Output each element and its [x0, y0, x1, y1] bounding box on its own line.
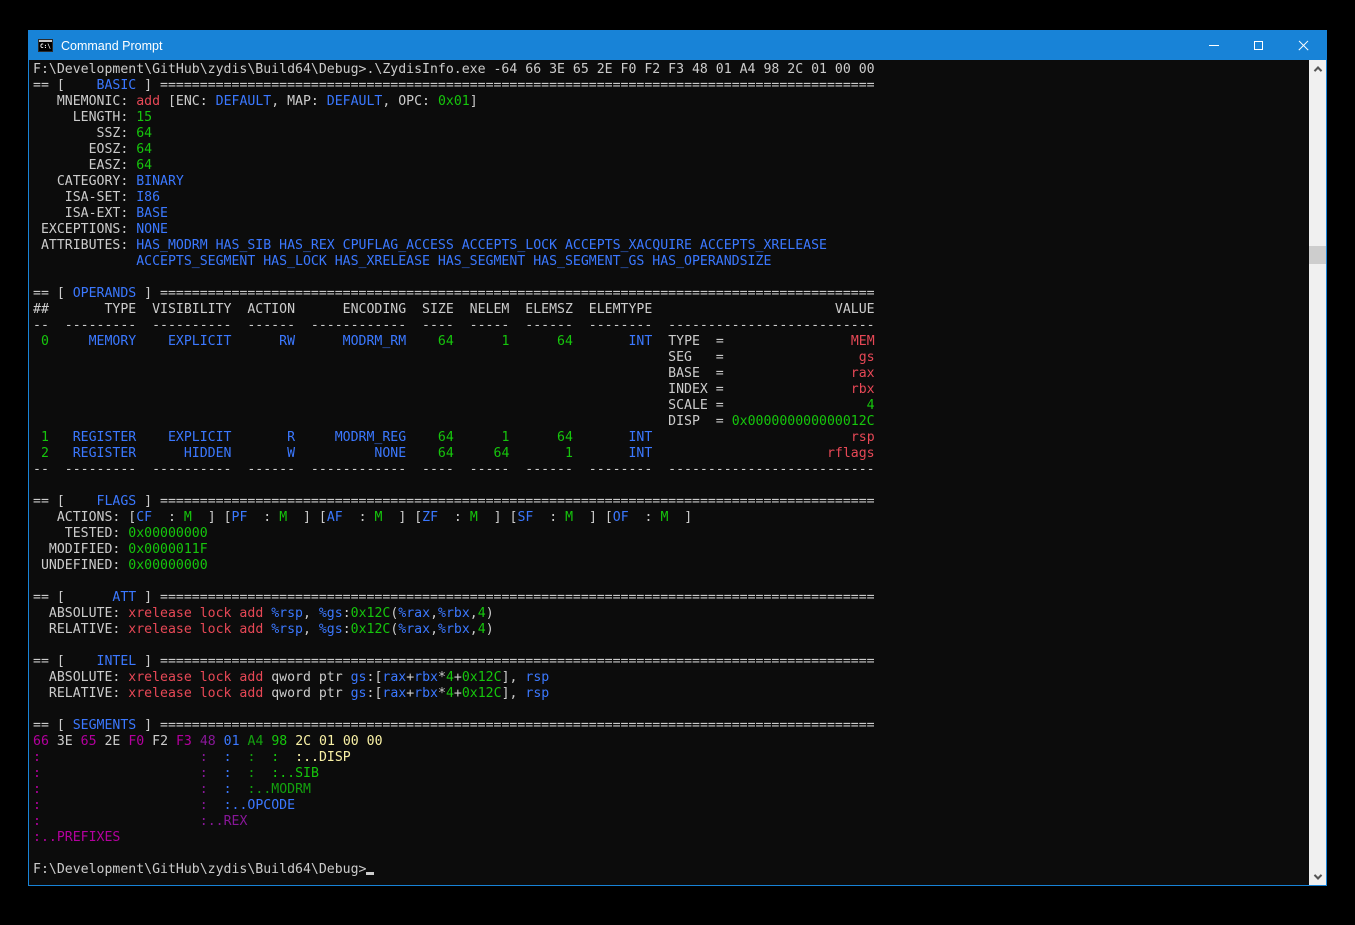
terminal-line: ## TYPE VISIBILITY ACTION ENCODING SIZE … — [33, 302, 875, 318]
terminal-line: LENGTH: 15 — [33, 110, 875, 126]
close-icon — [1297, 39, 1310, 52]
terminal-line: : : : :..MODRM — [33, 782, 875, 798]
vertical-scrollbar[interactable] — [1309, 60, 1326, 885]
terminal-line — [33, 574, 875, 590]
maximize-button[interactable] — [1236, 31, 1281, 60]
terminal-line: == [ ATT ] =============================… — [33, 590, 875, 606]
terminal-line: ACCEPTS_SEGMENT HAS_LOCK HAS_XRELEASE HA… — [33, 254, 875, 270]
minimize-icon — [1209, 45, 1219, 46]
terminal-line: CATEGORY: BINARY — [33, 174, 875, 190]
cmd-icon-prompt-text: C:\ — [40, 43, 51, 50]
terminal-line: RELATIVE: xrelease lock add qword ptr gs… — [33, 686, 875, 702]
terminal-line: RELATIVE: xrelease lock add %rsp, %gs:0x… — [33, 622, 875, 638]
terminal-line: -- --------- ---------- ------ ---------… — [33, 462, 875, 478]
terminal-line — [33, 846, 875, 862]
close-button[interactable] — [1281, 31, 1326, 60]
scrollbar-thumb[interactable] — [1309, 246, 1326, 264]
terminal-line: ISA-EXT: BASE — [33, 206, 875, 222]
terminal-line: : : : : : :..DISP — [33, 750, 875, 766]
terminal-line: UNDEFINED: 0x00000000 — [33, 558, 875, 574]
terminal-line: ABSOLUTE: xrelease lock add qword ptr gs… — [33, 670, 875, 686]
terminal-line — [33, 478, 875, 494]
scroll-down-button[interactable] — [1309, 868, 1326, 885]
terminal-line: ATTRIBUTES: HAS_MODRM HAS_SIB HAS_REX CP… — [33, 238, 875, 254]
terminal-line: MODIFIED: 0x0000011F — [33, 542, 875, 558]
terminal-line: EOSZ: 64 — [33, 142, 875, 158]
terminal-line: 66 3E 65 2E F0 F2 F3 48 01 A4 98 2C 01 0… — [33, 734, 875, 750]
console-area[interactable]: F:\Development\GitHub\zydis\Build64\Debu… — [29, 60, 1326, 885]
cmd-icon-titlestrip — [39, 40, 52, 42]
terminal-line: -- --------- ---------- ------ ---------… — [33, 318, 875, 334]
terminal-line — [33, 270, 875, 286]
title-bar[interactable]: C:\ Command Prompt — [29, 31, 1326, 60]
minimize-button[interactable] — [1191, 31, 1236, 60]
scroll-up-button[interactable] — [1309, 60, 1326, 77]
chevron-up-icon — [1313, 66, 1321, 74]
terminal-line: F:\Development\GitHub\zydis\Build64\Debu… — [33, 62, 875, 78]
terminal-line: SCALE = 4 — [33, 398, 875, 414]
window-title: Command Prompt — [61, 39, 162, 53]
terminal-line: F:\Development\GitHub\zydis\Build64\Debu… — [33, 862, 875, 878]
terminal-line: MNEMONIC: add [ENC: DEFAULT, MAP: DEFAUL… — [33, 94, 875, 110]
terminal-line: : : :..OPCODE — [33, 798, 875, 814]
terminal-line: ISA-SET: I86 — [33, 190, 875, 206]
command-prompt-window: C:\ Command Prompt F:\Development\GitHub… — [28, 30, 1327, 886]
terminal-line: 0 MEMORY EXPLICIT RW MODRM_RM 64 1 64 IN… — [33, 334, 875, 350]
text-cursor — [366, 872, 374, 875]
terminal-line: EXCEPTIONS: NONE — [33, 222, 875, 238]
terminal-line: : :..REX — [33, 814, 875, 830]
chevron-down-icon — [1313, 871, 1321, 879]
terminal-line: == [ INTEL ] ===========================… — [33, 654, 875, 670]
terminal-line: : : : : :..SIB — [33, 766, 875, 782]
terminal-line: BASE = rax — [33, 366, 875, 382]
terminal-line: == [ FLAGS ] ===========================… — [33, 494, 875, 510]
terminal-line: == [ OPERANDS ] ========================… — [33, 286, 875, 302]
maximize-icon — [1254, 41, 1263, 50]
terminal-line: TESTED: 0x00000000 — [33, 526, 875, 542]
window-controls — [1191, 31, 1326, 60]
terminal-line: 2 REGISTER HIDDEN W NONE 64 64 1 INT rfl… — [33, 446, 875, 462]
terminal-line: 1 REGISTER EXPLICIT R MODRM_REG 64 1 64 … — [33, 430, 875, 446]
cmd-icon[interactable]: C:\ — [38, 39, 53, 52]
terminal-line: INDEX = rbx — [33, 382, 875, 398]
terminal-line: EASZ: 64 — [33, 158, 875, 174]
terminal-line — [33, 702, 875, 718]
terminal-line: SSZ: 64 — [33, 126, 875, 142]
terminal-line: ACTIONS: [CF : M ] [PF : M ] [AF : M ] [… — [33, 510, 875, 526]
terminal-line: :..PREFIXES — [33, 830, 875, 846]
terminal-output: F:\Development\GitHub\zydis\Build64\Debu… — [33, 62, 875, 878]
terminal-line — [33, 638, 875, 654]
terminal-line: SEG = gs — [33, 350, 875, 366]
terminal-line: ABSOLUTE: xrelease lock add %rsp, %gs:0x… — [33, 606, 875, 622]
terminal-line: == [ SEGMENTS ] ========================… — [33, 718, 875, 734]
terminal-line: DISP = 0x000000000000012C — [33, 414, 875, 430]
terminal-line: == [ BASIC ] ===========================… — [33, 78, 875, 94]
